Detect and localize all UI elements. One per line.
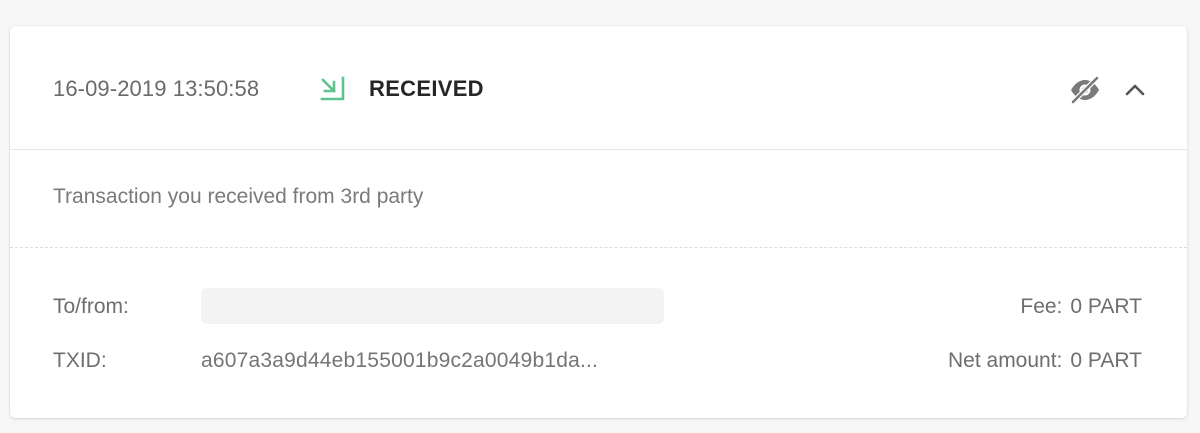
transaction-card: 16-09-2019 13:50:58 RECEIVED Transaction… <box>10 26 1187 418</box>
fee-value: 0 PART <box>1070 295 1142 318</box>
chevron-up-icon[interactable] <box>1120 73 1150 107</box>
arrow-down-right-icon <box>319 75 349 105</box>
details-divider <box>10 247 1187 248</box>
txid-value[interactable]: a607a3a9d44eb155001b9c2a0049b1da... <box>201 349 598 373</box>
status-label: RECEIVED <box>369 76 484 101</box>
transaction-header[interactable]: 16-09-2019 13:50:58 RECEIVED <box>10 26 1187 150</box>
net-amount-label: Net amount: <box>948 349 1063 372</box>
net-amount-value: 0 PART <box>1070 349 1142 372</box>
net-amount-row: Net amount: 0 PART <box>948 349 1142 373</box>
eye-slash-icon[interactable] <box>1068 73 1102 107</box>
to-from-label: To/from: <box>53 295 129 318</box>
fee-row: Fee: 0 PART <box>1020 295 1142 319</box>
transaction-datetime: 16-09-2019 13:50:58 <box>53 76 260 101</box>
to-from-address-field[interactable] <box>201 288 664 324</box>
fee-label: Fee: <box>1020 295 1063 318</box>
txid-label: TXID: <box>53 349 107 372</box>
transaction-description: Transaction you received from 3rd party <box>53 185 424 208</box>
